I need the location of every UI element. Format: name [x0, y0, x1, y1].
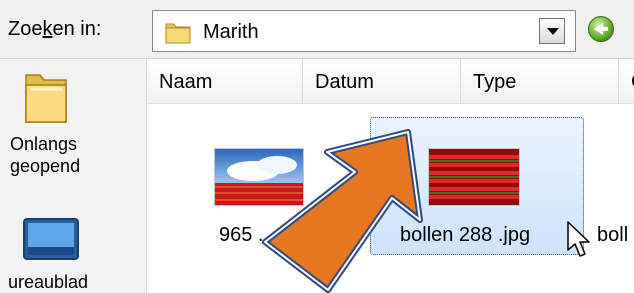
- column-header-size[interactable]: G: [619, 59, 634, 103]
- column-headers: Naam Datum Type G: [147, 59, 634, 104]
- dropdown-button[interactable]: [539, 18, 565, 44]
- mouse-pointer-icon: [567, 221, 590, 257]
- place-label-desktop: ureaublad: [8, 272, 89, 292]
- back-button[interactable]: [588, 16, 614, 42]
- desktop-icon: [23, 218, 79, 260]
- place-label-line1: Onlangs: [10, 134, 78, 154]
- column-header-name[interactable]: Naam: [147, 59, 303, 103]
- folder-icon: [165, 23, 191, 44]
- location-combobox[interactable]: Marith: [152, 10, 576, 52]
- column-header-date[interactable]: Datum: [303, 59, 461, 103]
- place-label-line2: geopend: [10, 156, 81, 176]
- location-text: Marith: [203, 21, 259, 43]
- chevron-down-icon: [547, 28, 559, 35]
- file-name: 965 ...: [219, 224, 275, 246]
- folder-icon: [25, 74, 67, 123]
- lookin-label: Zoeken in:: [8, 18, 102, 40]
- lookin-toolbar: Zoeken in: Marith: [0, 0, 634, 59]
- file-name: boll: [597, 224, 629, 246]
- places-bar: Onlangs geopend ureaublad: [0, 59, 147, 293]
- image-thumbnail: [428, 148, 520, 206]
- image-thumbnail: [214, 148, 304, 206]
- file-name: bollen 288 .jpg: [400, 224, 531, 246]
- column-header-type[interactable]: Type: [461, 59, 619, 103]
